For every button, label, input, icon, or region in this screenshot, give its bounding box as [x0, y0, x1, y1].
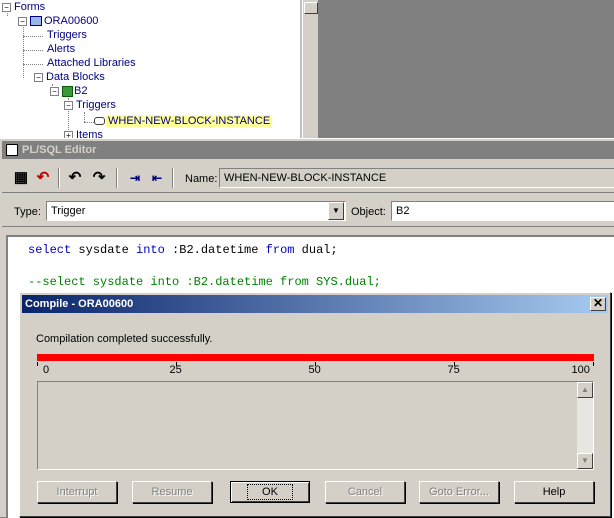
tree-node-block-triggers[interactable]: − Triggers — [64, 98, 116, 112]
resume-button[interactable]: Resume — [132, 481, 212, 503]
scroll-up-icon[interactable]: ▲ — [577, 382, 593, 398]
code-line-2: --select sysdate into :B2.datetime from … — [28, 275, 381, 289]
tree-node-forms[interactable]: − Forms — [2, 0, 45, 14]
dialog-title-bar[interactable]: Compile - ORA00600 ✕ — [22, 295, 608, 313]
type-object-bar: Type: Trigger ▼ Object: B2 — [2, 197, 614, 227]
cancel-button[interactable]: Cancel — [325, 481, 405, 503]
tree-node-label: ORA00600 — [44, 15, 99, 27]
button-label: OK — [262, 486, 278, 498]
object-label: Object: — [351, 206, 386, 218]
button-label: Interrupt — [56, 486, 98, 498]
progress-tick-label: 75 — [447, 364, 460, 376]
compile-message: Compilation completed successfully. — [36, 333, 213, 345]
tree-node-items[interactable]: + Items — [64, 128, 103, 138]
button-label: Cancel — [347, 486, 383, 498]
tree-node-label: Forms — [14, 1, 46, 13]
button-label: Goto Error... — [429, 486, 489, 498]
code-text: sysdate — [71, 243, 137, 257]
button-label: Resume — [151, 486, 193, 498]
editor-title: PL/SQL Editor — [22, 144, 97, 156]
progress-tick-label: 50 — [308, 364, 321, 376]
tree-node-form-triggers[interactable]: Triggers — [47, 28, 87, 42]
tree-node-label: B2 — [74, 85, 88, 97]
tree-line — [23, 50, 43, 51]
tree-node-label: Data Blocks — [46, 71, 105, 83]
compile-output-box[interactable]: ▲ ▼ — [37, 381, 594, 470]
tree-node-when-new-block-instance[interactable]: WHEN-NEW-BLOCK-INSTANCE — [94, 114, 273, 128]
tree-node-label: Alerts — [47, 43, 76, 55]
trigger-icon — [94, 117, 105, 126]
tree-line — [23, 36, 43, 37]
collapse-icon[interactable]: − — [34, 72, 43, 82]
collapse-icon[interactable]: − — [64, 100, 73, 110]
editor-window-icon — [6, 144, 18, 156]
name-label: Name: — [185, 173, 218, 185]
navigator-scrollbar[interactable] — [302, 0, 318, 138]
revert-icon[interactable]: ↶ — [32, 167, 54, 189]
code-line-1: select sysdate into :B2.datetime from du… — [28, 243, 338, 257]
progress-tick-label: 100 — [571, 364, 590, 376]
indent-icon[interactable]: ⇥ — [124, 167, 146, 189]
toolbar-separator — [58, 168, 60, 188]
undo-icon[interactable]: ↶ — [64, 167, 86, 189]
scroll-down-icon[interactable]: ▼ — [577, 453, 593, 469]
progress-tick-label: 0 — [43, 364, 50, 376]
tree-node-label: Attached Libraries — [47, 57, 136, 69]
tree-line — [23, 24, 24, 78]
outdent-icon[interactable]: ⇤ — [146, 167, 168, 189]
progress-tick — [593, 362, 594, 366]
toolbar-separator — [116, 168, 118, 188]
data-block-icon — [62, 85, 73, 97]
interrupt-button[interactable]: Interrupt — [37, 481, 117, 503]
collapse-icon[interactable]: − — [18, 16, 27, 26]
tree-node-data-blocks[interactable]: − Data Blocks — [34, 70, 105, 84]
collapse-icon[interactable]: − — [50, 86, 59, 96]
code-keyword: from — [265, 243, 295, 257]
tree-node-label: Triggers — [47, 29, 87, 41]
editor-title-bar[interactable]: PL/SQL Editor — [2, 141, 614, 159]
progress-tick — [37, 362, 38, 366]
expand-icon[interactable]: + — [64, 130, 73, 138]
toolbar-separator — [172, 168, 174, 188]
tree-node-label: Items — [76, 129, 103, 138]
name-field[interactable]: WHEN-NEW-BLOCK-INSTANCE — [219, 168, 614, 188]
output-scrollbar[interactable]: ▲ ▼ — [577, 382, 593, 469]
collapse-icon[interactable]: − — [2, 2, 11, 12]
code-text: dual; — [294, 243, 338, 257]
tree-line — [84, 122, 94, 123]
progress-tick-label: 25 — [169, 364, 182, 376]
scroll-thumb[interactable] — [304, 2, 318, 14]
close-icon[interactable]: ✕ — [590, 297, 606, 311]
tree-node-attached-libraries[interactable]: Attached Libraries — [47, 56, 136, 70]
progress-fill — [37, 354, 594, 361]
progress-bar — [37, 354, 594, 361]
tree-node-form-module[interactable]: − ORA00600 — [18, 14, 98, 28]
form-module-icon — [30, 16, 42, 27]
code-keyword: select — [28, 243, 72, 257]
dialog-title: Compile - ORA00600 — [25, 298, 134, 310]
object-navigator: − Forms − ORA00600 Triggers Alerts Attache… — [0, 0, 302, 138]
redo-icon[interactable]: ↷ — [88, 167, 110, 189]
tree-node-label: WHEN-NEW-BLOCK-INSTANCE — [106, 115, 273, 127]
compile-icon[interactable]: ▦ — [10, 167, 32, 189]
button-label: Help — [542, 486, 566, 498]
object-select[interactable]: B2 — [391, 201, 614, 221]
type-select[interactable]: Trigger — [46, 201, 346, 221]
tree-node-alerts[interactable]: Alerts — [47, 42, 75, 56]
chevron-down-icon[interactable]: ▼ — [328, 202, 344, 220]
help-button[interactable]: Help — [514, 481, 594, 503]
tree-line — [84, 112, 85, 122]
tree-node-label: Triggers — [76, 99, 116, 111]
code-keyword: into — [136, 243, 165, 257]
tree-line — [23, 64, 43, 65]
code-text: :B2.datetime — [164, 243, 266, 257]
ok-button[interactable]: OK — [230, 481, 310, 503]
goto-error-button[interactable]: Goto Error... — [419, 481, 499, 503]
compile-dialog: Compile - ORA00600 ✕ Compilation complet… — [19, 292, 611, 517]
tree-node-block-b2[interactable]: − B2 — [50, 84, 87, 98]
type-label: Type: — [14, 206, 41, 218]
editor-toolbar: ▦ ↶ ↶ ↷ ⇥ ⇤ Name: WHEN-NEW-BLOCK-INSTANC… — [2, 165, 614, 193]
